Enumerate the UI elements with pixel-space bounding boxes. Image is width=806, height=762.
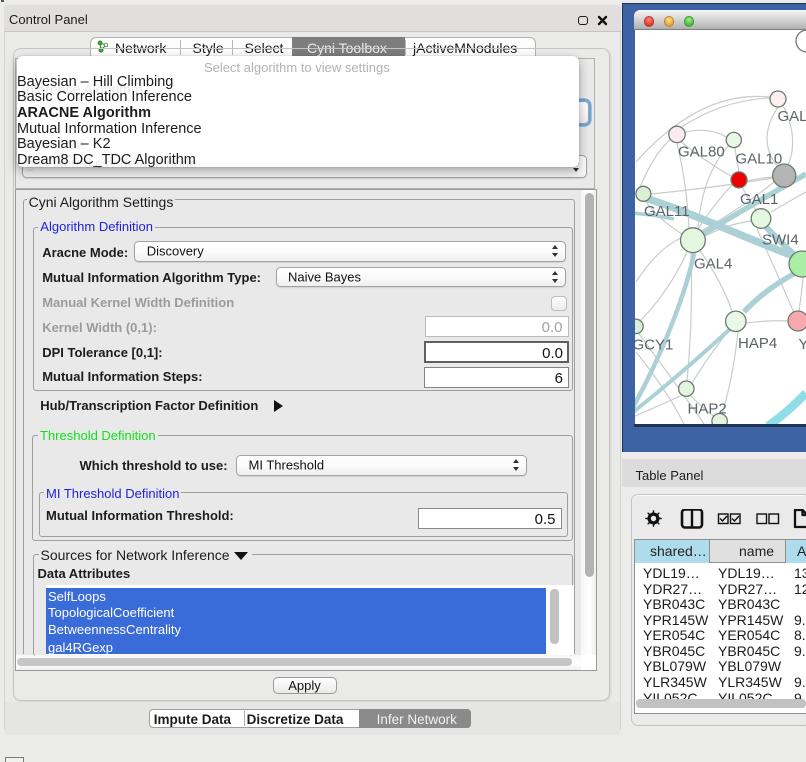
svg-text:SWI4: SWI4 bbox=[762, 232, 799, 249]
svg-text:HAP4: HAP4 bbox=[738, 335, 777, 352]
svg-text:GAL1: GAL1 bbox=[740, 191, 778, 208]
svg-text:GAL11: GAL11 bbox=[644, 203, 690, 220]
svg-text:HAP2: HAP2 bbox=[688, 401, 727, 418]
svg-text:GCY1: GCY1 bbox=[635, 337, 673, 354]
svg-text:GAL4: GAL4 bbox=[694, 256, 732, 273]
svg-text:GAL10: GAL10 bbox=[736, 151, 783, 168]
svg-text:Y: Y bbox=[799, 336, 806, 353]
svg-text:GAL80: GAL80 bbox=[678, 144, 725, 161]
svg-text:GAL: GAL bbox=[778, 108, 806, 125]
